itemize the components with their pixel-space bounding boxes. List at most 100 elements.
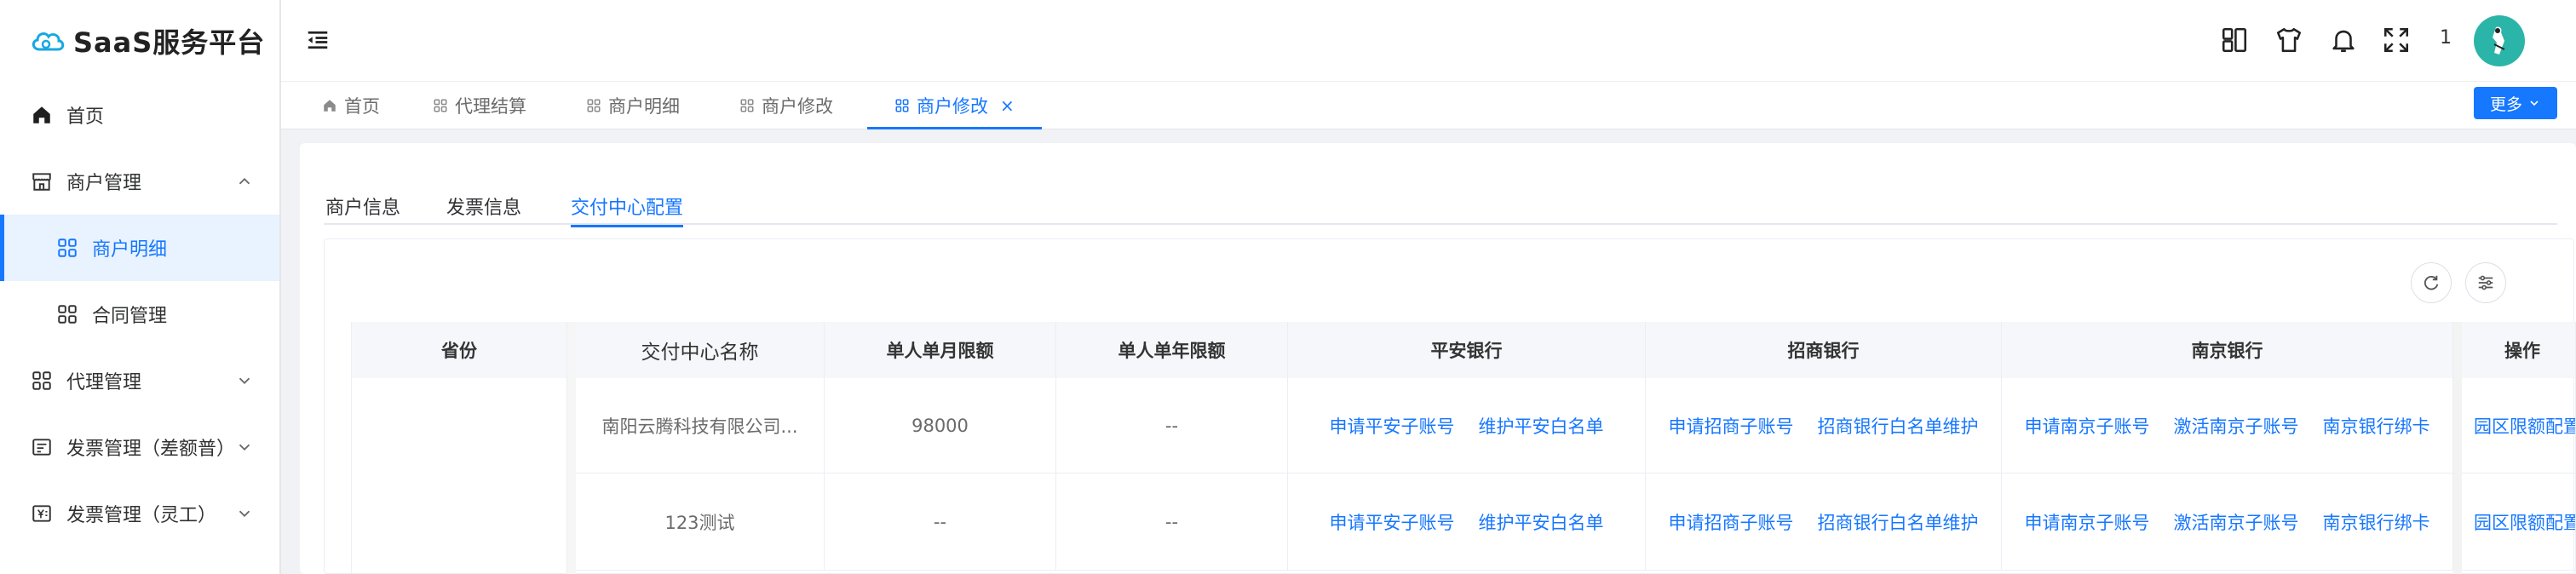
cloud-logo-icon (32, 32, 65, 51)
tab-invoice-info[interactable]: 发票信息 (446, 192, 521, 220)
sidebar-item-invoice-flex[interactable]: 发票管理（灵工） (0, 480, 279, 547)
refresh-button[interactable] (2411, 262, 2452, 303)
fullscreen-icon[interactable] (2382, 26, 2411, 55)
cell-center-name: 南阳云腾科技有限公司... (576, 378, 825, 474)
column-settings-button[interactable] (2465, 262, 2506, 303)
cell-center-name: 123测试 (576, 474, 825, 571)
refresh-icon (2424, 275, 2439, 290)
tag-label: 商户修改 (762, 96, 833, 117)
more-button-label: 更多 (2489, 95, 2522, 114)
cell-nanjing-actions: 申请南京子账号 激活南京子账号 南京银行绑卡 (2002, 378, 2453, 474)
maintain-cmb-whitelist-link[interactable]: 招商银行白名单维护 (1818, 413, 1979, 439)
tag-merchant-detail[interactable]: 商户明细 (586, 82, 680, 129)
sidebar-item-contract-management[interactable]: 合同管理 (0, 281, 279, 347)
app-logo[interactable]: SaaS服务平台 (0, 0, 279, 82)
tag-home[interactable]: 首页 (322, 82, 380, 129)
sidebar-item-label: 首页 (66, 106, 105, 128)
sidebar-item-label: 发票管理（灵工） (66, 505, 217, 526)
cell-cmb-actions: 申请招商子账号 招商银行白名单维护 (1646, 378, 2002, 474)
maintain-pingan-whitelist-link[interactable]: 维护平安白名单 (1479, 413, 1604, 439)
sidebar-item-agent-management[interactable]: 代理管理 (0, 347, 279, 414)
tab-label: 交付中心配置 (571, 198, 684, 219)
inner-tabs: 商户信息 发票信息 交付中心配置 (324, 177, 2557, 227)
sidebar-item-label: 合同管理 (92, 306, 168, 327)
apply-cmb-subaccount-link[interactable]: 申请招商子账号 (1669, 413, 1794, 439)
cell-nanjing-actions: 申请南京子账号 激活南京子账号 南京银行绑卡 (2002, 474, 2453, 571)
province-cell (351, 378, 567, 574)
menu-fold-icon[interactable] (305, 27, 331, 53)
park-limit-config-link[interactable]: 园区限额配置 (2474, 413, 2575, 439)
maintain-cmb-whitelist-link[interactable]: 招商银行白名单维护 (1818, 509, 1979, 535)
column-header-monthly-limit: 单人单月限额 (825, 322, 1056, 378)
tab-delivery-center-config[interactable]: 交付中心配置 (571, 192, 684, 227)
apply-nanjing-subaccount-link[interactable]: 申请南京子账号 (2025, 413, 2150, 439)
tag-label: 代理结算 (455, 96, 526, 117)
tag-merchant-edit[interactable]: 商户修改 (739, 82, 833, 129)
fixed-column-shadow (567, 322, 576, 574)
avatar[interactable] (2474, 15, 2525, 66)
yen-invoice-icon (29, 501, 55, 526)
column-header-center-name: 交付中心名称 (576, 322, 825, 378)
chevron-up-icon (239, 177, 250, 185)
home-icon (324, 100, 336, 112)
fixed-column-shadow-right (2453, 322, 2462, 574)
content-card: 商户信息 发票信息 交付中心配置 省份 交付中心名称 单人单月限额 单人单年限额… (300, 143, 2576, 574)
nanjing-bind-card-link[interactable]: 南京银行绑卡 (2323, 413, 2430, 439)
column-header-pingan-bank: 平安银行 (1288, 322, 1646, 378)
close-icon[interactable]: × (1000, 95, 1015, 116)
cell-yearly-limit: -- (1056, 378, 1288, 474)
top-header: 1 (281, 0, 2576, 82)
layout-icon[interactable] (2220, 26, 2249, 55)
column-header-actions: 操作 (2462, 322, 2576, 378)
activate-nanjing-subaccount-link[interactable]: 激活南京子账号 (2174, 413, 2299, 439)
apply-pingan-subaccount-link[interactable]: 申请平安子账号 (1330, 413, 1455, 439)
sidebar-item-label: 商户管理 (66, 173, 142, 194)
chevron-down-icon (2530, 100, 2539, 106)
sidebar-item-label: 代理管理 (66, 372, 142, 393)
tag-agent-settlement[interactable]: 代理结算 (433, 82, 526, 129)
tshirt-icon[interactable] (2274, 26, 2303, 55)
sidebar-item-invoice-diff[interactable]: 发票管理（差额普） (0, 414, 279, 480)
chevron-down-icon (239, 444, 250, 451)
sidebar-item-merchant-management[interactable]: 商户管理 (0, 148, 279, 215)
column-header-province: 省份 (351, 322, 567, 378)
grid-icon (740, 99, 754, 112)
sliders-icon (2478, 275, 2493, 290)
active-tag-underline (867, 127, 1042, 129)
sidebar-item-label: 商户明细 (92, 239, 168, 261)
apply-nanjing-subaccount-link[interactable]: 申请南京子账号 (2025, 509, 2150, 535)
grid-icon (434, 99, 447, 112)
cell-pingan-actions: 申请平安子账号 维护平安白名单 (1288, 378, 1646, 474)
apply-cmb-subaccount-link[interactable]: 申请招商子账号 (1669, 509, 1794, 535)
sidebar-item-home[interactable]: 首页 (0, 82, 279, 148)
user-count-label: 1 (2440, 27, 2452, 49)
chevron-down-icon (239, 510, 250, 518)
grid-icon (587, 99, 601, 112)
tag-merchant-edit-active[interactable]: 商户修改 × (867, 82, 1042, 129)
cell-yearly-limit: -- (1056, 474, 1288, 571)
sidebar-item-label: 发票管理（差额普） (66, 439, 236, 460)
grid-icon (895, 99, 909, 112)
active-tab-underline (571, 225, 684, 227)
nanjing-bind-card-link[interactable]: 南京银行绑卡 (2323, 509, 2430, 535)
cell-monthly-limit: -- (825, 474, 1056, 571)
tag-label: 首页 (344, 96, 380, 117)
store-icon (29, 169, 55, 194)
column-header-nanjing-bank: 南京银行 (2002, 322, 2453, 378)
bell-icon[interactable] (2329, 26, 2358, 55)
cell-actions: 园区限额配置 (2462, 474, 2576, 571)
more-button[interactable]: 更多 (2474, 87, 2557, 119)
apply-pingan-subaccount-link[interactable]: 申请平安子账号 (1330, 509, 1455, 535)
grid-icon (55, 235, 80, 261)
activate-nanjing-subaccount-link[interactable]: 激活南京子账号 (2174, 509, 2299, 535)
tab-merchant-info[interactable]: 商户信息 (325, 192, 400, 220)
park-limit-config-link[interactable]: 园区限额配置 (2474, 509, 2575, 535)
app-root: SaaS服务平台 首页 商户管理 商户明细 合同管理 代理管理 发票管理（差额普… (0, 0, 2576, 574)
avatar-figure-icon (2493, 26, 2505, 55)
cell-cmb-actions: 申请招商子账号 招商银行白名单维护 (1646, 474, 2002, 571)
maintain-pingan-whitelist-link[interactable]: 维护平安白名单 (1479, 509, 1604, 535)
column-header-yearly-limit: 单人单年限额 (1056, 322, 1288, 378)
sidebar-item-merchant-detail[interactable]: 商户明细 (0, 215, 279, 281)
app-title: SaaS服务平台 (73, 26, 266, 59)
tag-label: 商户修改 (917, 96, 988, 117)
